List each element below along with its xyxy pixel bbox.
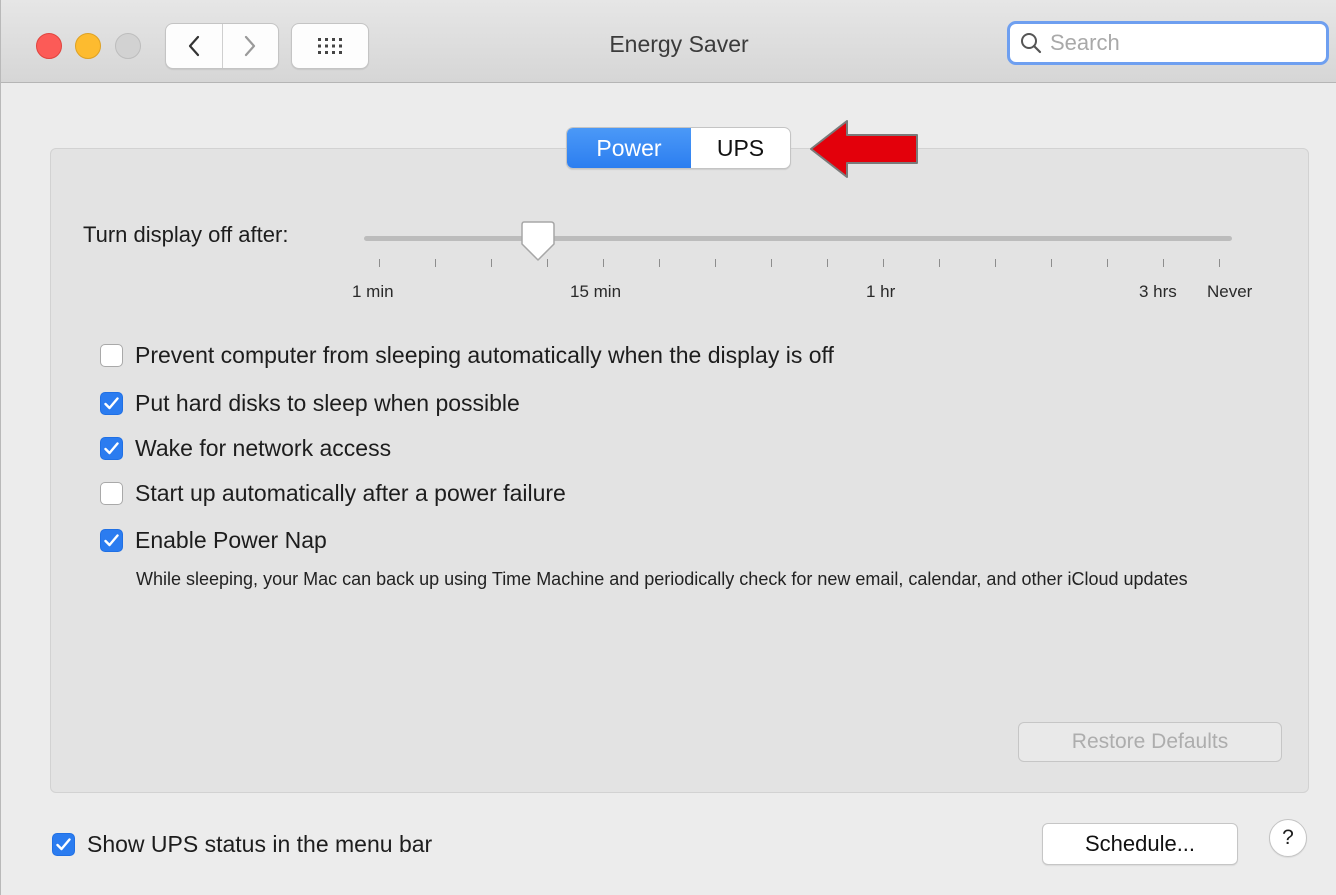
restore-defaults-button[interactable]: Restore Defaults [1018, 722, 1282, 762]
checkbox[interactable] [100, 529, 123, 552]
checkbox[interactable] [100, 437, 123, 460]
option-power-nap[interactable]: Enable Power Nap [100, 527, 327, 554]
option-hard-disk-sleep[interactable]: Put hard disks to sleep when possible [100, 390, 520, 417]
slider-thumb[interactable] [520, 220, 556, 262]
slider-tick [1051, 259, 1052, 267]
checkmark-icon [104, 442, 119, 455]
slider-tick [715, 259, 716, 267]
option-wake-network[interactable]: Wake for network access [100, 435, 391, 462]
tab-power[interactable]: Power [567, 128, 691, 168]
power-nap-description: While sleeping, your Mac can back up usi… [136, 569, 1188, 589]
help-button[interactable]: ? [1269, 819, 1307, 857]
search-icon [1021, 33, 1042, 54]
slider-tick [1163, 259, 1164, 267]
slider-tick [771, 259, 772, 267]
slider-tick [435, 259, 436, 267]
option-label: Put hard disks to sleep when possible [135, 390, 520, 416]
checkbox[interactable] [100, 482, 123, 505]
checkmark-icon [56, 838, 71, 851]
checkbox[interactable] [100, 344, 123, 367]
energy-saver-window: Energy Saver Power UPS Turn display off … [0, 0, 1336, 895]
ups-status-option[interactable]: Show UPS status in the menu bar [52, 831, 432, 858]
slider-tick [603, 259, 604, 267]
tick-label-1-min: 1 min [352, 282, 394, 301]
slider-tick [1107, 259, 1108, 267]
slider-tick [995, 259, 996, 267]
search-input[interactable] [1048, 29, 1312, 57]
checkbox[interactable] [100, 392, 123, 415]
slider-tick [491, 259, 492, 267]
annotation-arrow [810, 120, 918, 178]
option-label: Enable Power Nap [135, 527, 327, 553]
tick-label-never: Never [1207, 282, 1253, 301]
option-startup-after-failure[interactable]: Start up automatically after a power fai… [100, 480, 566, 507]
title-bar: Energy Saver [1, 0, 1336, 83]
option-label: Prevent computer from sleeping automatic… [135, 342, 834, 368]
schedule-button[interactable]: Schedule... [1042, 823, 1238, 865]
slider-tick [1219, 259, 1220, 267]
tick-label-3-hrs: 3 hrs [1139, 282, 1177, 301]
tab-bar: Power UPS [566, 127, 791, 169]
slider-tick [659, 259, 660, 267]
option-prevent-sleep[interactable]: Prevent computer from sleeping automatic… [100, 342, 834, 369]
slider-tick [939, 259, 940, 267]
slider-tick [379, 259, 380, 267]
tab-ups[interactable]: UPS [691, 128, 790, 168]
slider-tick [827, 259, 828, 267]
search-field[interactable] [1007, 21, 1329, 65]
slider-label: Turn display off after: [83, 222, 289, 247]
slider-tick [883, 259, 884, 267]
checkbox[interactable] [52, 833, 75, 856]
option-label: Start up automatically after a power fai… [135, 480, 566, 506]
display-sleep-slider-track[interactable] [364, 236, 1232, 241]
tick-label-15-min: 15 min [570, 282, 622, 301]
checkmark-icon [104, 534, 119, 547]
checkmark-icon [104, 397, 119, 410]
option-label: Wake for network access [135, 435, 392, 461]
tick-label-1-hr: 1 hr [866, 282, 896, 301]
ups-status-label: Show UPS status in the menu bar [87, 831, 433, 857]
